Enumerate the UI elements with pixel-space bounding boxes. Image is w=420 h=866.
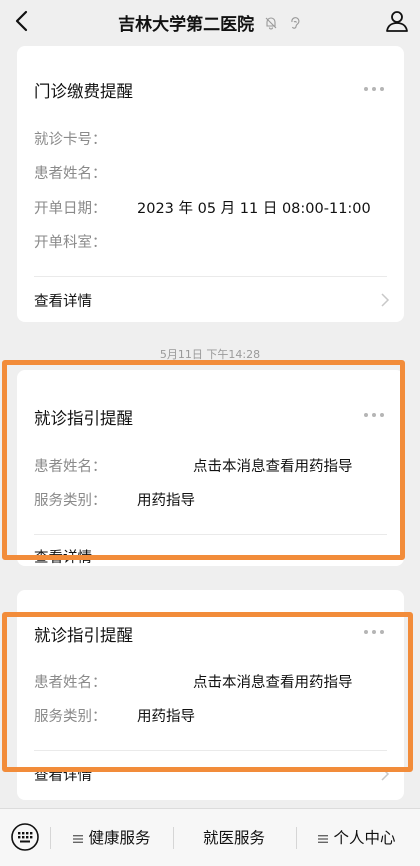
payment-reminder-card[interactable]: 门诊缴费提醒 就诊卡号： 患者姓名： 开单日期： 2023 年 05 月 11 … [17,46,404,322]
bottom-menu-bar: 健康服务 就医服务 个人中心 [0,808,420,866]
patient-name-label: 患者姓名： [34,166,107,182]
ear-icon [291,16,300,29]
view-details-link[interactable]: 查看详情 [34,764,92,785]
message-timestamp: 5月11日 下午14:28 [159,348,261,361]
department-label: 开单科室： [34,235,107,251]
card-divider [34,276,387,277]
menu-health-services[interactable]: 健康服务 [52,809,172,866]
menu-personal-center[interactable]: 个人中心 [297,809,417,866]
bell-muted-icon [265,16,277,29]
menu-label: 个人中心 [333,829,396,847]
order-date-label: 开单日期： [34,201,107,217]
patient-name-value: 点击本消息查看用药指导 [193,459,353,475]
card-title: 就诊指引提醒 [34,409,133,428]
chevron-right-icon [381,293,390,307]
menu-divider [50,827,51,849]
page-title: 吉林大学第二医院 [118,15,255,35]
top-nav-bar: 吉林大学第二医院 [0,0,420,44]
more-icon[interactable] [362,84,386,94]
view-details-link[interactable]: 查看详情 [34,290,92,311]
keyboard-icon[interactable] [10,822,40,852]
view-details-link[interactable]: 查看详情 [34,546,92,566]
menu-label: 健康服务 [88,829,151,847]
patient-name-label: 患者姓名： [34,675,107,691]
service-type-value: 用药指导 [137,493,195,509]
more-icon[interactable] [362,627,386,637]
menu-medical-services[interactable]: 就医服务 [174,809,294,866]
card-divider [34,534,387,535]
page-title-group: 吉林大学第二医院 [0,10,420,35]
card-divider [34,750,387,751]
visit-guide-card[interactable]: 就诊指引提醒 患者姓名： 点击本消息查看用药指导 服务类别： 用药指导 查看详情 [17,590,404,800]
service-type-value: 用药指导 [137,709,195,725]
card-title: 就诊指引提醒 [34,626,133,645]
menu-list-icon [318,834,329,843]
more-icon[interactable] [362,410,386,420]
order-date-value: 2023 年 05 月 11 日 08:00-11:00 [137,201,371,217]
card-title: 门诊缴费提醒 [34,82,133,101]
chevron-right-icon [381,767,390,781]
patient-name-value: 点击本消息查看用药指导 [193,675,353,691]
visit-guide-card[interactable]: 就诊指引提醒 患者姓名： 点击本消息查看用药指导 服务类别： 用药指导 查看详情 [17,370,404,566]
menu-list-icon [73,834,84,843]
patient-name-label: 患者姓名： [34,459,107,475]
service-type-label: 服务类别： [34,493,107,509]
menu-label: 就医服务 [202,829,265,847]
user-icon[interactable] [384,8,410,34]
service-type-label: 服务类别： [34,709,107,725]
card-number-label: 就诊卡号： [34,132,107,148]
